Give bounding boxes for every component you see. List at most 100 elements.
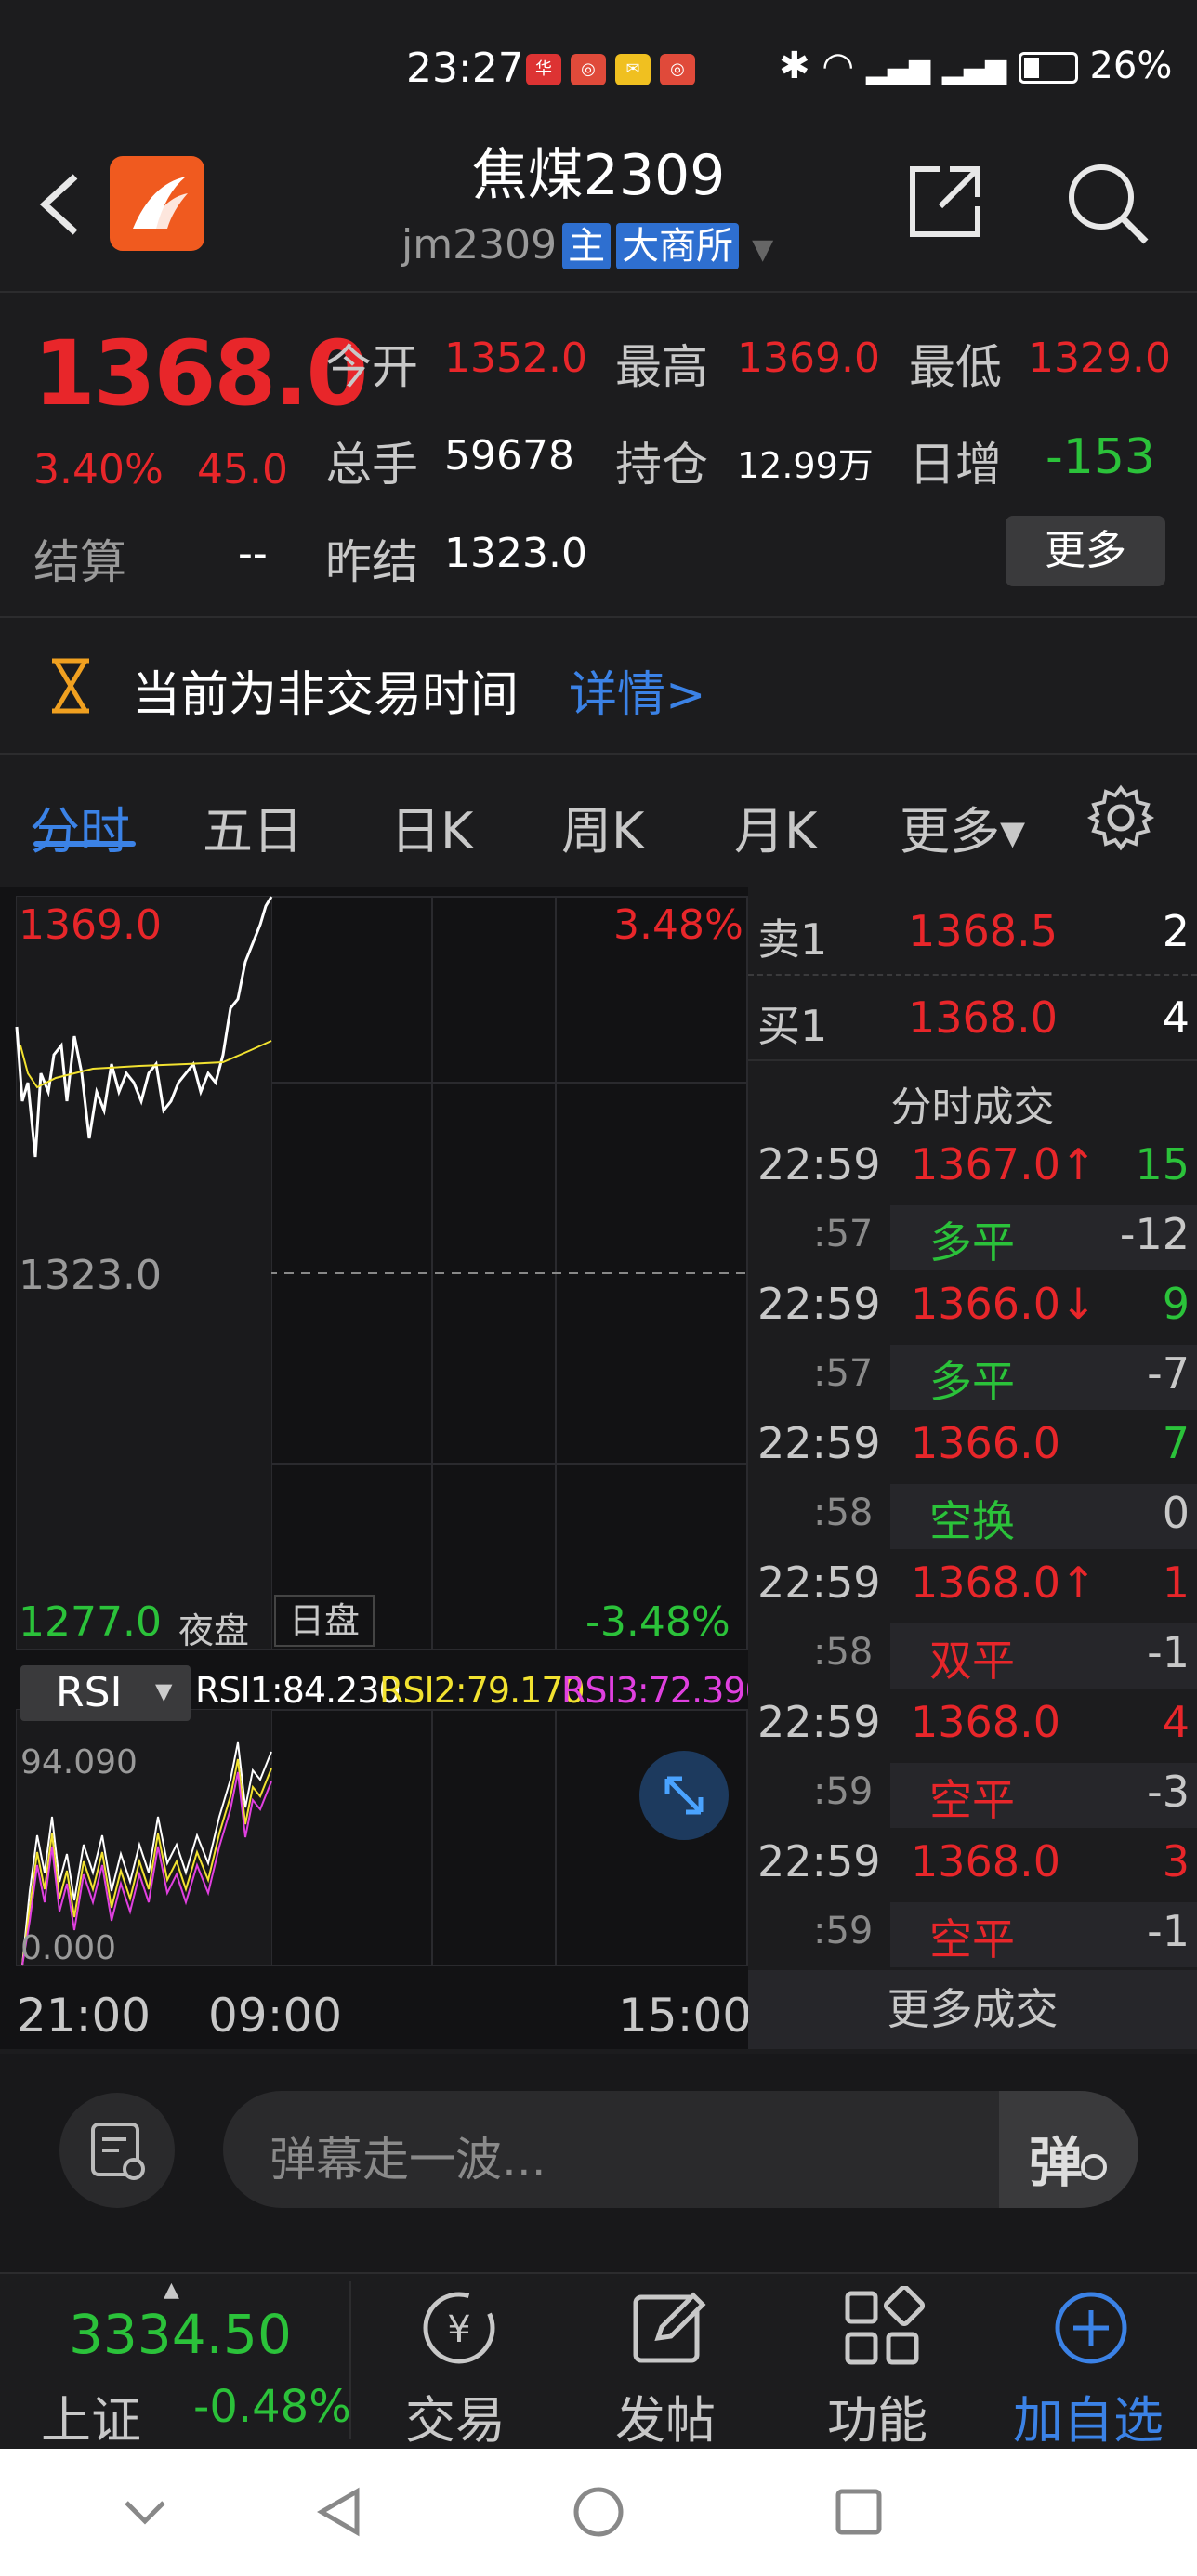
share-icon [910,166,980,237]
danmu-settings-icon [91,2123,145,2180]
back-triangle-icon[interactable] [312,2484,368,2540]
trade-time: 22:59 [757,1697,881,1747]
prev-settle-value: 1323.0 [444,530,587,577]
trade-row: 22:59 1368.0 3 [748,1836,1197,1905]
signal-5g-icon: ▂▄▆ [941,53,1007,85]
last-price: 1368.0 [33,322,368,426]
home-circle-icon[interactable] [571,2484,626,2540]
open-label: 今开 [325,340,418,394]
more-quote-button[interactable]: 更多 [1006,516,1165,586]
search-icon [1069,164,1149,244]
trade-row: 22:59 1367.0↑ 15 [748,1139,1197,1208]
chevron-down-icon: ▼ [155,1678,173,1704]
tab-five-day[interactable]: 五日 [203,790,303,863]
open-interest-value: 12.99万 [737,445,874,486]
notification-bank-icon: 华 [526,54,561,85]
nav-trade-label[interactable]: 交易 [405,2379,506,2452]
trade-delta: -1 [1147,1627,1190,1677]
chevron-down-icon[interactable] [119,2486,171,2538]
trade-sub-row: :57 多平 -12 [748,1205,1197,1278]
plus-circle-icon [1055,2292,1127,2364]
rsi3-value: RSI3:72.390 [561,1670,768,1711]
daily-increase-label: 日增 [909,438,1002,492]
share-button[interactable] [903,160,987,243]
index-value[interactable]: 3334.50 [69,2303,292,2366]
open-interest-label: 持仓 [615,438,708,492]
trade-delta: -3 [1147,1767,1190,1817]
nav-add-watch-label[interactable]: 加自选 [1013,2379,1164,2452]
signal-icon: ▂▄▆ [865,53,931,85]
ask-label: 卖1 [757,914,828,965]
main-contract-badge: 主 [562,223,612,269]
trades-title: 分时成交 [890,1084,1055,1131]
indicator-selector[interactable]: RSI ▼ [20,1665,191,1721]
gear-icon [1086,784,1155,851]
more-trades-button[interactable]: 更多成交 [748,1970,1197,2049]
chart-settings-button[interactable] [1085,782,1156,853]
trade-row: 22:59 1368.0 4 [748,1697,1197,1766]
danmu-input[interactable]: 弹幕走一波... 弹 [223,2091,1138,2208]
notification-app2-icon: ◎ [660,54,695,85]
nav-function-label[interactable]: 功能 [827,2379,927,2452]
status-bar: 23:27 华 ◎ ✉ ◎ ✱ ◠ ▂▄▆ ▂▄▆ 26% [0,0,1197,139]
notification-mail-icon: ✉ [615,54,651,85]
trade-volume: 15 [1135,1139,1190,1189]
chart-top-price: 1369.0 [19,901,162,949]
expand-icon [664,1776,704,1815]
trade-type: 空平 [929,1914,1015,1965]
change-percent: 3.40% [33,446,164,493]
orderbook-divider [748,974,1197,976]
trade-delta: -7 [1147,1348,1190,1399]
dropdown-triangle-icon[interactable]: ▼ [752,233,773,266]
battery-icon [1018,52,1078,84]
danmu-send-label: 弹 [1029,2131,1084,2194]
trade-row: 22:59 1368.0↑ 1 [748,1557,1197,1626]
orderbook-separator [748,1059,1197,1061]
exchange-badge: 大商所 [616,223,740,269]
time-mid: 09:00 [208,1989,343,2043]
ask-row: 卖1 1368.5 2 [748,906,1197,975]
nav-post-label[interactable]: 发帖 [615,2379,716,2452]
search-button[interactable] [1064,160,1152,248]
fullscreen-button[interactable] [639,1751,729,1840]
collapse-arrow-icon[interactable]: ▲ [164,2279,179,2302]
bid-price: 1368.0 [908,992,1058,1043]
trade-delta: 0 [1162,1488,1190,1538]
trade-time: 22:59 [757,1139,881,1189]
recents-square-icon[interactable] [831,2484,887,2540]
trade-price: 1366.0↓ [911,1279,1097,1329]
status-right: ✱ ◠ ▂▄▆ ▂▄▆ 26% [779,45,1172,87]
chart-mid-price: 1323.0 [19,1252,162,1299]
trade-seconds: :59 [813,1910,874,1952]
high-value: 1369.0 [737,335,880,382]
tab-intraday[interactable]: 分时 [30,790,130,863]
trade-type: 空换 [929,1496,1015,1546]
active-tab-indicator [33,841,136,847]
notification-app-icon: ◎ [571,54,606,85]
trade-price: 1367.0↑ [911,1139,1097,1189]
nav-divider [349,2281,351,2439]
tab-monthly-k[interactable]: 月K [734,790,817,863]
nav-trade-button[interactable]: ¥ [413,2286,506,2370]
danmu-toggle-button[interactable] [59,2093,175,2208]
danmu-send-button[interactable]: 弹 [999,2091,1138,2208]
tab-daily-k[interactable]: 日K [390,790,473,863]
nav-add-watch-button[interactable] [1045,2286,1138,2370]
rsi1-value: RSI1:84.230 [195,1670,401,1711]
time-start: 21:00 [17,1989,151,2043]
nav-function-button[interactable] [835,2284,927,2370]
change-amount: 45.0 [197,446,288,493]
trade-sub-row: :58 双平 -1 [748,1623,1197,1696]
day-session-button[interactable]: 日盘 [274,1595,375,1647]
daily-increase-value: -153 [1046,429,1156,485]
nav-post-button[interactable] [623,2286,716,2370]
trade-sub-row: :59 空平 -1 [748,1902,1197,1975]
system-navigation-bar [0,2449,1197,2576]
volume-value: 59678 [444,432,574,480]
grid-apps-icon [845,2284,926,2365]
tab-weekly-k[interactable]: 周K [561,790,644,863]
notice-detail-link[interactable]: 详情> [569,655,706,725]
tab-more[interactable]: 更多▾ [900,790,1025,863]
rsi2-value: RSI2:79.170 [379,1670,585,1711]
trade-time: 22:59 [757,1557,881,1608]
